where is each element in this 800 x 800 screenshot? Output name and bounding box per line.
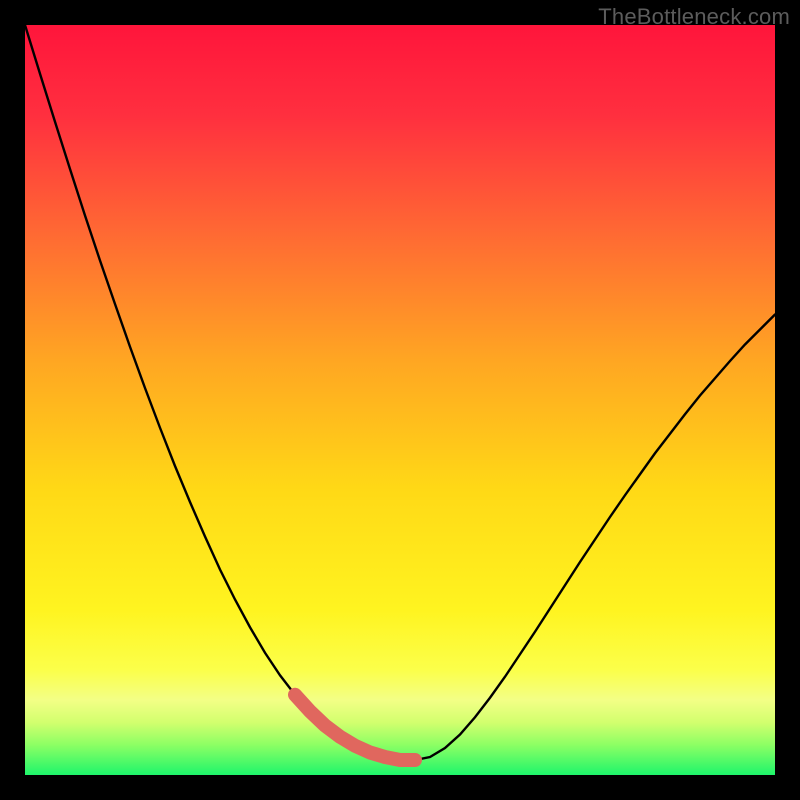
bottleneck-chart bbox=[25, 25, 775, 775]
gradient-background bbox=[25, 25, 775, 775]
chart-frame: TheBottleneck.com bbox=[0, 0, 800, 800]
watermark-text: TheBottleneck.com bbox=[598, 4, 790, 30]
